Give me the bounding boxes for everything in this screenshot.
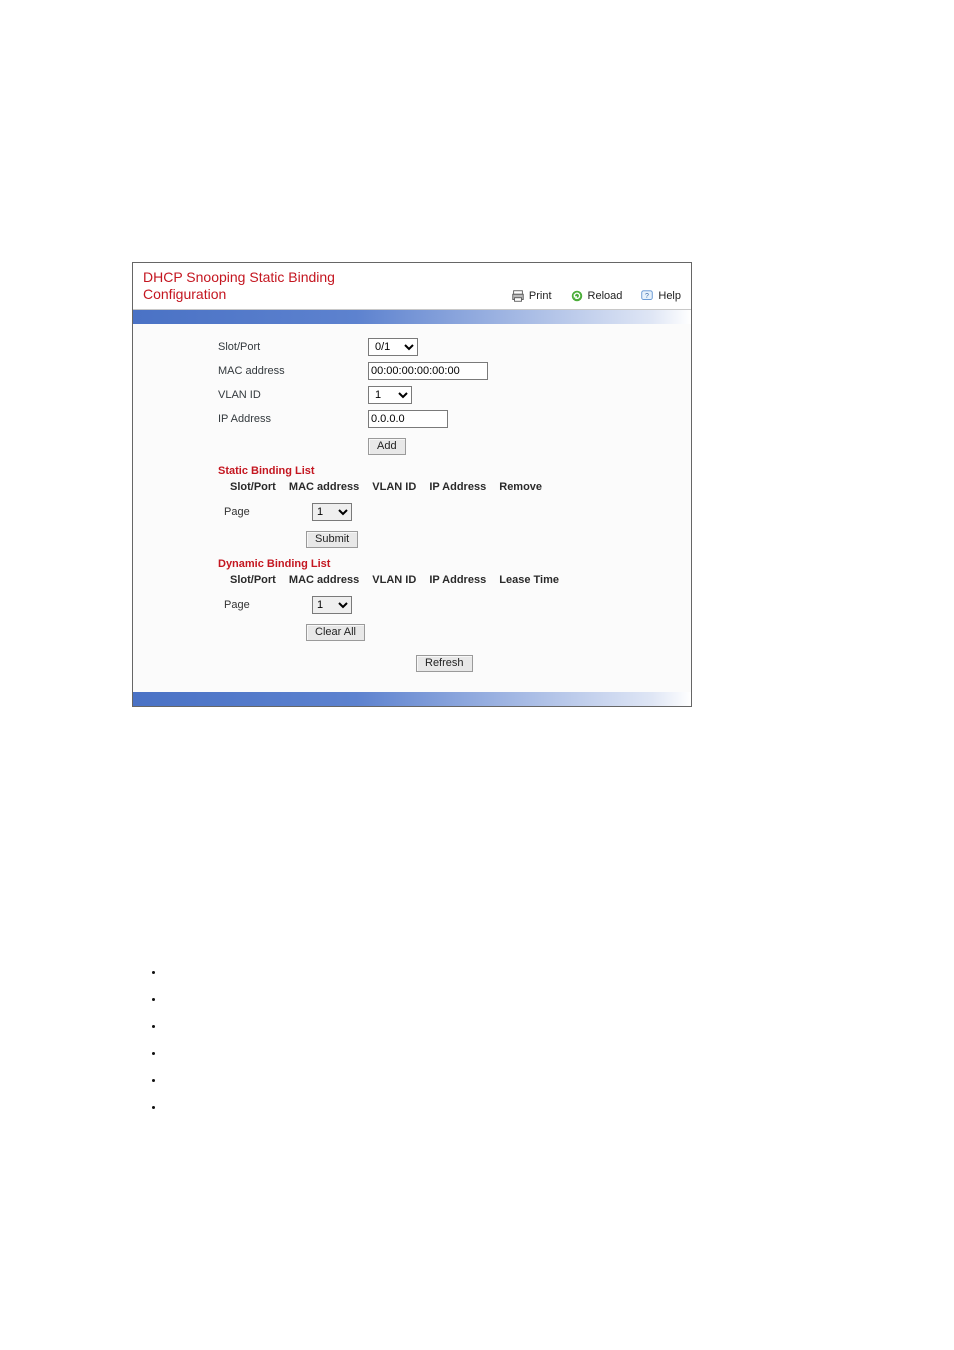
vlan-select[interactable]: 1	[368, 386, 412, 404]
clear-all-button[interactable]: Clear All	[306, 624, 365, 641]
static-col-mac: MAC address	[289, 481, 359, 493]
help-icon: ?	[640, 289, 654, 303]
header-separator	[133, 310, 691, 324]
page-title: DHCP Snooping Static Binding Configurati…	[143, 269, 403, 303]
print-icon	[511, 289, 525, 303]
help-button[interactable]: ? Help	[640, 289, 681, 303]
static-col-vlan: VLAN ID	[372, 481, 416, 493]
list-item	[164, 1021, 954, 1032]
list-item	[164, 1102, 954, 1113]
dynamic-table-header: Slot/Port MAC address VLAN ID IP Address…	[230, 574, 671, 586]
reload-icon	[570, 289, 584, 303]
slot-port-select[interactable]: 0/1	[368, 338, 418, 356]
dynamic-page-label: Page	[224, 599, 312, 611]
list-item	[164, 1075, 954, 1086]
add-button[interactable]: Add	[368, 438, 406, 455]
dynamic-col-lease: Lease Time	[499, 574, 559, 586]
header-actions: Print Reload ? Help	[511, 289, 681, 303]
print-label: Print	[529, 290, 552, 302]
dynamic-col-vlan: VLAN ID	[372, 574, 416, 586]
print-button[interactable]: Print	[511, 289, 552, 303]
static-page-select[interactable]: 1	[312, 503, 352, 521]
list-item	[164, 1048, 954, 1059]
list-item	[164, 994, 954, 1005]
dynamic-col-mac: MAC address	[289, 574, 359, 586]
help-label: Help	[658, 290, 681, 302]
static-list-title: Static Binding List	[218, 465, 671, 477]
config-panel: DHCP Snooping Static Binding Configurati…	[132, 262, 692, 707]
svg-text:?: ?	[645, 292, 649, 299]
static-col-slotport: Slot/Port	[230, 481, 276, 493]
reload-button[interactable]: Reload	[570, 289, 623, 303]
ip-label: IP Address	[218, 413, 368, 425]
list-item	[164, 967, 954, 978]
dynamic-col-ip: IP Address	[429, 574, 486, 586]
dynamic-list-title: Dynamic Binding List	[218, 558, 671, 570]
vlan-label: VLAN ID	[218, 389, 368, 401]
footer-separator	[133, 692, 691, 706]
submit-button[interactable]: Submit	[306, 531, 358, 548]
mac-label: MAC address	[218, 365, 368, 377]
refresh-button[interactable]: Refresh	[416, 655, 473, 672]
reload-label: Reload	[588, 290, 623, 302]
static-page-label: Page	[224, 506, 312, 518]
static-col-ip: IP Address	[429, 481, 486, 493]
panel-header: DHCP Snooping Static Binding Configurati…	[133, 263, 691, 310]
ip-input[interactable]	[368, 410, 448, 428]
static-table-header: Slot/Port MAC address VLAN ID IP Address…	[230, 481, 671, 493]
dynamic-page-select[interactable]: 1	[312, 596, 352, 614]
static-col-remove: Remove	[499, 481, 542, 493]
mac-input[interactable]	[368, 362, 488, 380]
dynamic-col-slotport: Slot/Port	[230, 574, 276, 586]
bullet-list	[164, 967, 954, 1113]
slot-port-label: Slot/Port	[218, 341, 368, 353]
